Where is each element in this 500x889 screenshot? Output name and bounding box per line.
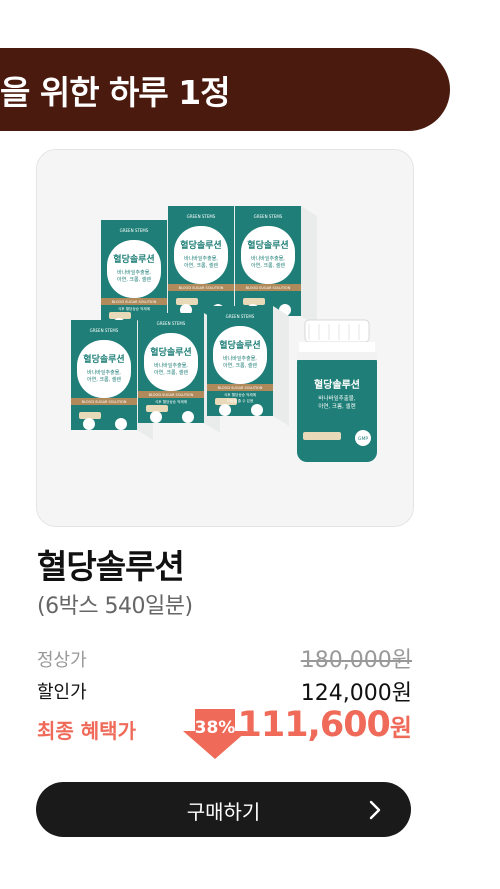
image-box-foot: 식후 혈당상승 억제에	[118, 306, 150, 311]
image-box-title: 혈당솔루션	[180, 239, 221, 251]
image-brand-text: GREEN STEMS	[187, 214, 216, 219]
image-brand-text: GREEN STEMS	[157, 321, 186, 326]
final-price-number: 111,600	[237, 705, 390, 745]
image-brand-text: GREEN STEMS	[226, 314, 255, 319]
image-box-desc: 아연, 크롬, 셀렌	[117, 276, 151, 283]
image-bottle-title: 혈당솔루션	[314, 378, 360, 391]
image-box-desc: 바나바잎추출물,	[117, 269, 151, 276]
image-bottle-desc: 아연, 크롬, 셀렌	[318, 402, 355, 410]
image-box-desc: 아연, 크롬, 셀렌	[87, 376, 121, 383]
image-box-title: 혈당솔루션	[247, 239, 288, 251]
image-box-desc: 바나바잎추출물,	[87, 369, 121, 376]
image-box-band: BLOOD SUGAR SOLUTION	[218, 386, 263, 390]
promo-banner: 을 위한 하루 1정	[0, 48, 450, 131]
buy-button-label: 구매하기	[186, 800, 261, 824]
final-price-unit: 원	[389, 714, 412, 742]
final-price-label: 최종 혜택가	[37, 719, 136, 743]
image-box-title: 혈당솔루션	[150, 346, 191, 358]
chevron-right-icon	[369, 800, 381, 820]
image-box-desc: 바나바잎추출물,	[184, 255, 218, 262]
product-name: 혈당솔루션	[37, 547, 185, 586]
image-brand-text: GREEN STEMS	[254, 214, 283, 219]
image-box-title: 혈당솔루션	[219, 339, 260, 351]
regular-price-label: 정상가	[37, 650, 87, 671]
sale-price-value: 124,000원	[300, 681, 412, 706]
image-box-foot: 도움을 줄 수 있음	[227, 398, 254, 403]
image-box-band: BLOOD SUGAR SOLUTION	[149, 393, 194, 397]
image-box-title: 혈당솔루션	[113, 253, 154, 265]
image-box-band: BLOOD SUGAR SOLUTION	[112, 300, 157, 304]
image-box-desc: 아연, 크롬, 셀렌	[251, 262, 285, 269]
image-box-desc: 바나바잎추출물,	[154, 362, 188, 369]
image-box-desc: 아연, 크롬, 셀렌	[223, 362, 257, 369]
image-box-foot: 식후 혈당상승 억제에	[224, 392, 256, 397]
image-brand-text: GREEN STEMS	[90, 328, 119, 333]
sale-price-label: 할인가	[37, 682, 87, 703]
image-box-title: 혈당솔루션	[83, 353, 124, 365]
image-box-band: BLOOD SUGAR SOLUTION	[246, 286, 291, 290]
image-box-band: BLOOD SUGAR SOLUTION	[82, 400, 127, 404]
image-bottle-desc: 바나바잎추출물,	[318, 394, 355, 402]
image-brand-text: GREEN STEMS	[120, 228, 149, 233]
buy-button[interactable]: 구매하기	[36, 782, 411, 837]
image-gmp-badge: GMP	[358, 436, 368, 442]
final-price-value: 111,600원	[237, 705, 412, 745]
image-box-desc: 바나바잎추출물,	[251, 255, 285, 262]
image-box-desc: 아연, 크롬, 셀렌	[184, 262, 218, 269]
image-box-foot: 식후 혈당상승 억제에	[155, 399, 187, 404]
promo-banner-text: 을 위한 하루 1정	[0, 72, 231, 112]
regular-price-value: 180,000원	[300, 648, 412, 673]
image-box-desc: 아연, 크롬, 셀렌	[154, 369, 188, 376]
product-subtitle: (6박스 540일분)	[37, 594, 193, 619]
product-image[interactable]: GREEN STEMS 혈당솔루션 바나바잎추출물, 아연, 크롬, 셀렌 BL…	[36, 149, 414, 527]
image-box-desc: 바나바잎추출물,	[223, 355, 257, 362]
image-box-band: BLOOD SUGAR SOLUTION	[179, 286, 224, 290]
